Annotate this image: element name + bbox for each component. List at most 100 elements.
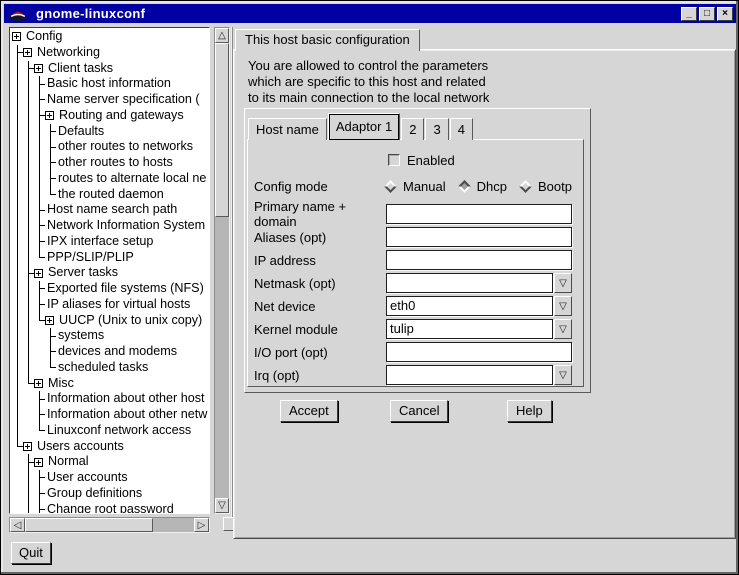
radio-diamond-icon[interactable]	[458, 180, 471, 193]
horizontal-scrollbar-thumb[interactable]	[25, 518, 153, 532]
tab-3[interactable]: 3	[425, 118, 448, 140]
tab-this-host-basic-configuration[interactable]: This host basic configuration	[235, 29, 420, 51]
tree-item-label[interactable]: Linuxconf network access	[47, 423, 191, 439]
scroll-down-icon[interactable]: ▽	[215, 498, 229, 513]
tree-item[interactable]: Networking	[12, 45, 209, 61]
tree-item[interactable]: Users accounts	[12, 439, 209, 455]
tree-item[interactable]: the routed daemon	[12, 187, 209, 203]
expand-icon[interactable]	[23, 442, 32, 451]
primary-name-domain-input[interactable]	[386, 204, 572, 224]
tree-item[interactable]: Linuxconf network access	[12, 423, 209, 439]
tree-item-label[interactable]: Config	[26, 29, 62, 45]
tree-item[interactable]: Defaults	[12, 124, 209, 140]
scroll-right-icon[interactable]: ▷	[194, 518, 209, 532]
radio-dhcp[interactable]: Dhcp	[460, 179, 507, 194]
tree-item[interactable]: Normal	[12, 454, 209, 470]
tree-item-label[interactable]: UUCP (Unix to unix copy)	[59, 313, 202, 329]
tab-host-name[interactable]: Host name	[248, 118, 327, 140]
irq-dropdown-button[interactable]: ▽	[554, 365, 572, 385]
tree-item-label[interactable]: the routed daemon	[58, 187, 164, 203]
tree-item[interactable]: User accounts	[12, 470, 209, 486]
tree-item[interactable]: Group definitions	[12, 486, 209, 502]
tree-item[interactable]: Network Information System	[12, 218, 209, 234]
tree-item-label[interactable]: Defaults	[58, 124, 104, 140]
tree-item-label[interactable]: Information about other host	[47, 391, 205, 407]
expand-icon[interactable]	[34, 64, 43, 73]
ip-address-input[interactable]	[386, 250, 572, 270]
expand-icon[interactable]	[34, 379, 43, 388]
expand-icon[interactable]	[12, 32, 21, 41]
netmask-input[interactable]	[386, 273, 553, 293]
tree-vertical-scrollbar[interactable]: △ ▽	[214, 27, 230, 514]
tree-item[interactable]: Server tasks	[12, 265, 209, 281]
tree-item[interactable]: other routes to networks	[12, 139, 209, 155]
radio-bootp[interactable]: Bootp	[521, 179, 572, 194]
tree-item-label[interactable]: Users accounts	[37, 439, 124, 455]
tree-item[interactable]: IPX interface setup	[12, 234, 209, 250]
tree-item[interactable]: IP aliases for virtual hosts	[12, 297, 209, 313]
tree-item[interactable]: Host name search path	[12, 202, 209, 218]
netmask-dropdown-button[interactable]: ▽	[554, 273, 572, 293]
tree-item-label[interactable]: PPP/SLIP/PLIP	[47, 250, 134, 266]
irq-input[interactable]	[386, 365, 553, 385]
radio-diamond-icon[interactable]	[519, 180, 532, 193]
tree-item-label[interactable]: User accounts	[47, 470, 128, 486]
config-tree[interactable]: ConfigNetworkingClient tasksBasic host i…	[9, 27, 210, 514]
tab-4[interactable]: 4	[450, 118, 473, 140]
vertical-scrollbar-thumb[interactable]	[215, 43, 229, 217]
tree-item[interactable]: Routing and gateways	[12, 108, 209, 124]
tree-item-label[interactable]: Client tasks	[48, 61, 113, 77]
tree-item-label[interactable]: Change root password	[47, 502, 174, 515]
scroll-up-icon[interactable]: △	[215, 28, 229, 43]
tree-item-label[interactable]: Name server specification (	[47, 92, 200, 108]
tree-item-label[interactable]: scheduled tasks	[58, 360, 148, 376]
net-device-input[interactable]: eth0	[386, 296, 553, 316]
tree-horizontal-scrollbar[interactable]: ◁ ▷	[9, 517, 210, 533]
tree-item-label[interactable]: IP aliases for virtual hosts	[47, 297, 190, 313]
scroll-left-icon[interactable]: ◁	[10, 518, 25, 532]
io-port-input[interactable]	[386, 342, 572, 362]
tree-item-label[interactable]: other routes to networks	[58, 139, 193, 155]
tree-item-label[interactable]: Information about other netw	[47, 407, 207, 423]
tab-adaptor-1[interactable]: Adaptor 1	[328, 113, 400, 140]
tree-item-label[interactable]: devices and modems	[58, 344, 177, 360]
tree-item-label[interactable]: systems	[58, 328, 104, 344]
tree-item-label[interactable]: Misc	[48, 376, 74, 392]
aliases-input[interactable]	[386, 227, 572, 247]
tree-item[interactable]: other routes to hosts	[12, 155, 209, 171]
tree-item[interactable]: systems	[12, 328, 209, 344]
tree-item[interactable]: Config	[12, 29, 209, 45]
minimize-button[interactable]: _	[681, 7, 697, 21]
cancel-button[interactable]: Cancel	[390, 400, 448, 422]
net-device-dropdown-button[interactable]: ▽	[554, 296, 572, 316]
tree-item[interactable]: routes to alternate local ne	[12, 171, 209, 187]
expand-icon[interactable]	[34, 269, 43, 278]
enabled-checkbox[interactable]	[388, 154, 400, 166]
tree-item-label[interactable]: Basic host information	[47, 76, 171, 92]
tree-item-label[interactable]: other routes to hosts	[58, 155, 173, 171]
tree-item-label[interactable]: Normal	[48, 454, 89, 470]
radio-manual[interactable]: Manual	[386, 179, 446, 194]
accept-button[interactable]: Accept	[280, 400, 338, 422]
tree-item[interactable]: Information about other host	[12, 391, 209, 407]
tree-item[interactable]: Change root password	[12, 502, 209, 515]
tree-item-label[interactable]: Group definitions	[47, 486, 142, 502]
tree-item-label[interactable]: Networking	[37, 45, 100, 61]
close-button[interactable]: ×	[717, 7, 733, 21]
tree-item[interactable]: scheduled tasks	[12, 360, 209, 376]
tab-2[interactable]: 2	[401, 118, 424, 140]
kernel-module-input[interactable]: tulip	[386, 319, 553, 339]
expand-icon[interactable]	[23, 48, 32, 57]
expand-icon[interactable]	[45, 316, 54, 325]
tree-item[interactable]: Exported file systems (NFS)	[12, 281, 209, 297]
tree-item[interactable]: Client tasks	[12, 61, 209, 77]
tree-item[interactable]: Information about other netw	[12, 407, 209, 423]
tree-item-label[interactable]: Routing and gateways	[59, 108, 184, 124]
radio-diamond-icon[interactable]	[384, 180, 397, 193]
help-button[interactable]: Help	[507, 400, 552, 422]
maximize-button[interactable]: □	[699, 7, 715, 21]
tree-item[interactable]: Basic host information	[12, 76, 209, 92]
kernel-module-dropdown-button[interactable]: ▽	[554, 319, 572, 339]
tree-item-label[interactable]: Exported file systems (NFS)	[47, 281, 204, 297]
window-titlebar[interactable]: gnome-linuxconf _□×	[4, 4, 736, 23]
